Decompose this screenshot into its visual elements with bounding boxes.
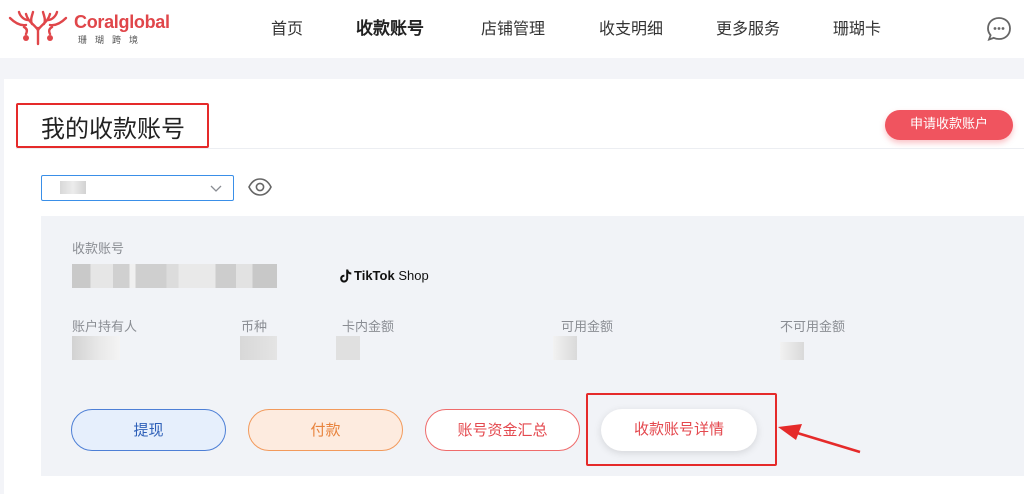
top-navigation-bar: Coralglobal 珊瑚跨境 首页 收款账号 店铺管理 收支明细 更多服务 … [0,0,1024,58]
fund-summary-button[interactable]: 账号资金汇总 [425,409,580,451]
nav-receiving-account[interactable]: 收款账号 [356,0,424,58]
withdraw-button[interactable]: 提现 [71,409,226,451]
available-value: ■ [553,336,577,360]
pay-button[interactable]: 付款 [248,409,403,451]
holder-label: 账户持有人 [72,320,138,335]
tiktok-icon [340,269,352,283]
card-balance-value: ■ [336,336,360,360]
brand-subtitle: 珊瑚跨境 [78,36,147,46]
unavailable-label: 不可用金额 [780,320,846,335]
available-label: 可用金额 [561,320,614,335]
account-number-value: ■■■■■■■■■■■■■■■■ [72,264,277,288]
currency-value: ■■ [240,336,277,360]
brand-name: Coralglobal [74,12,170,32]
account-number-label: 收款账号 [72,242,125,257]
nav-more-services[interactable]: 更多服务 [716,0,780,58]
nav-home[interactable]: 首页 [271,0,303,58]
chevron-down-icon [210,185,222,192]
title-highlight-annotation [16,103,209,148]
divider [16,148,1024,149]
apply-account-button[interactable]: 申请收款账户 [885,110,1013,140]
account-select-value: ■■■ [60,181,86,194]
currency-label: 币种 [241,320,268,335]
eye-icon[interactable] [248,177,272,197]
coral-logo-icon [8,10,68,46]
coralglobal-logo[interactable]: Coralglobal 珊瑚跨境 [6,10,170,46]
nav-coral-card[interactable]: 珊瑚卡 [833,0,881,58]
nav-transactions[interactable]: 收支明细 [599,0,663,58]
account-select[interactable]: ■■■ [41,175,234,201]
holder-value: ■■■ [72,336,120,360]
account-detail-button[interactable]: 收款账号详情 [601,409,757,451]
card-balance-label: 卡内金额 [342,320,395,335]
chat-icon[interactable] [986,16,1012,42]
unavailable-value: ■ [780,342,804,360]
platform-suffix: Shop [394,268,429,283]
nav-store-management[interactable]: 店铺管理 [481,0,545,58]
platform-brand: TikTok [354,268,395,283]
